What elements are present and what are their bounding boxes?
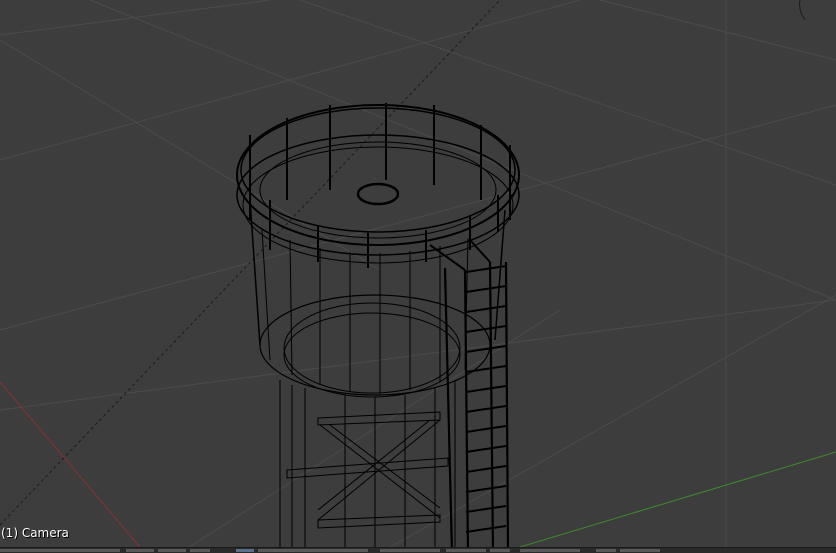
viewport-header-strip[interactable] <box>0 547 836 553</box>
floor-grid <box>0 0 836 553</box>
viewport-scene <box>0 0 836 553</box>
active-object-label: (1) Camera <box>1 526 69 540</box>
corner-arc <box>799 0 806 21</box>
3d-viewport[interactable]: (1) Camera <box>0 0 836 553</box>
water-tower-wireframe <box>236 103 520 553</box>
y-axis-line <box>499 451 836 553</box>
camera-frustum-line <box>0 0 501 526</box>
